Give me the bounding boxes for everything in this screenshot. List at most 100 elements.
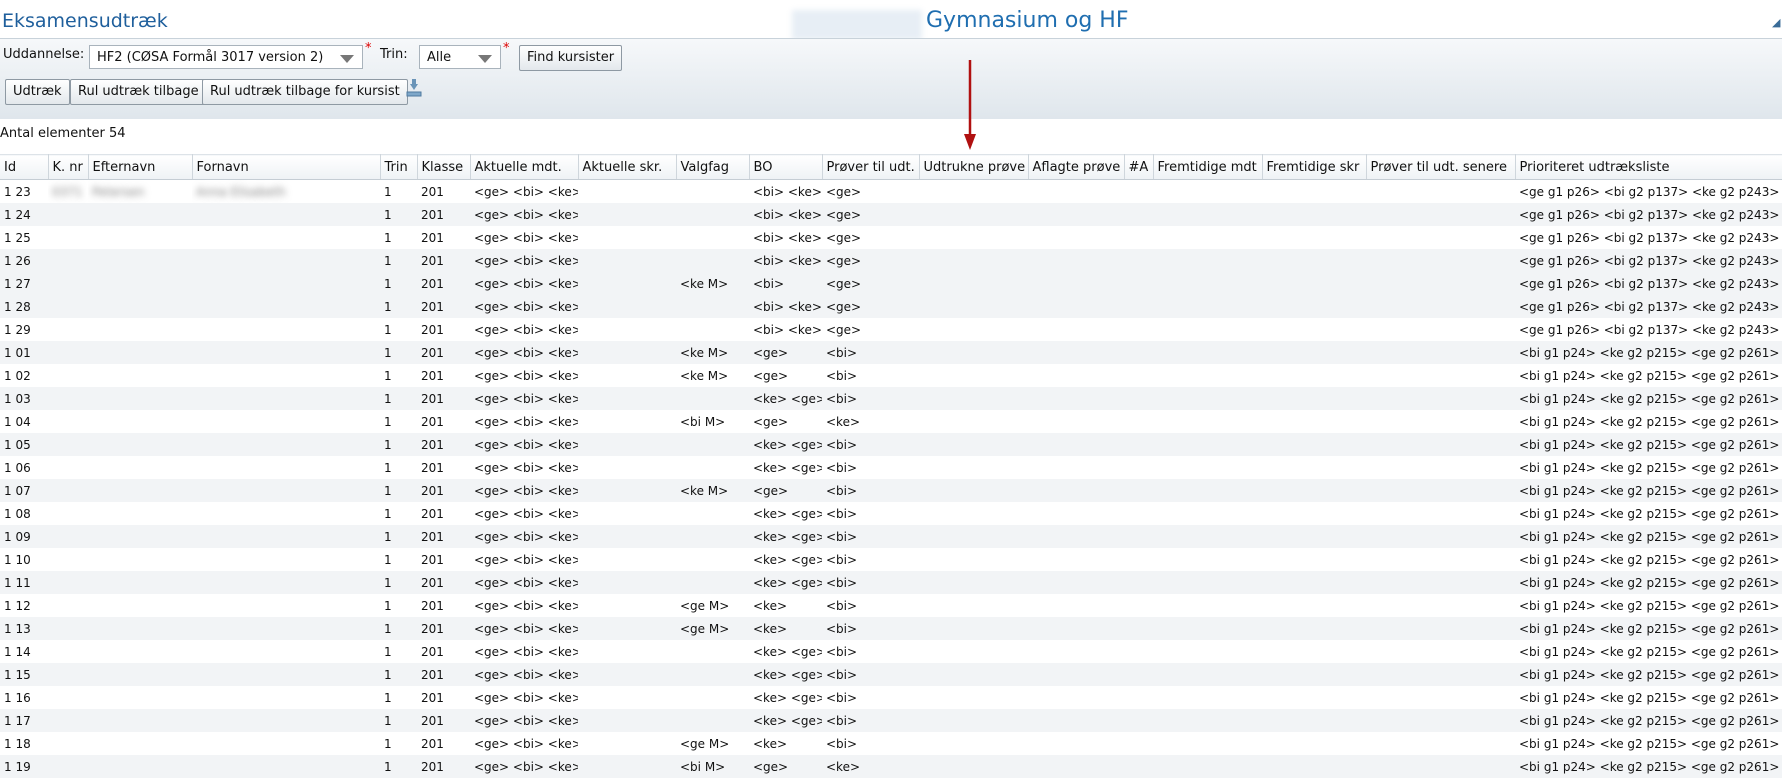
table-row[interactable]: 1 08 1 201 <ge> <bi> <ke> <ke> <ge> <bi> <bi g… bbox=[0, 502, 1782, 525]
column-header[interactable]: Klasse bbox=[417, 154, 471, 180]
table-row[interactable]: 1 10 1 201 <ge> <bi> <ke> <ke> <ge> <bi> <bi g… bbox=[0, 548, 1782, 571]
table-cell bbox=[1124, 226, 1153, 249]
table-cell: 1 bbox=[380, 617, 417, 640]
element-count: Antal elementer 54 bbox=[0, 126, 126, 141]
column-header[interactable]: Fremtidige skr bbox=[1262, 154, 1367, 180]
table-row[interactable]: 1 03 1 201 <ge> <bi> <ke> <ke> <ge> <bi> <bi g… bbox=[0, 387, 1782, 410]
table-row[interactable]: 1 28 1 201 <ge> <bi> <ke> <bi> <ke> <ge> <ge g… bbox=[0, 295, 1782, 318]
table-cell: 1 bbox=[380, 387, 417, 410]
table-row[interactable]: 1 17 1 201 <ge> <bi> <ke> <ke> <ge> <bi> <bi g… bbox=[0, 709, 1782, 732]
column-header[interactable]: Prioriteret udtræksliste bbox=[1515, 154, 1782, 180]
column-header[interactable]: Fremtidige mdt bbox=[1153, 154, 1263, 180]
table-row[interactable]: 1 25 1 201 <ge> <bi> <ke> <bi> <ke> <ge> <ge g… bbox=[0, 226, 1782, 249]
table-cell: 1 05 bbox=[0, 433, 48, 456]
table-cell bbox=[1366, 295, 1515, 318]
table-row[interactable]: 1 16 1 201 <ge> <bi> <ke> <ke> <ge> <bi> <bi g… bbox=[0, 686, 1782, 709]
table-row[interactable]: 1 11 1 201 <ge> <bi> <ke> <ke> <ge> <bi> <bi g… bbox=[0, 571, 1782, 594]
column-header[interactable]: #A bbox=[1124, 154, 1154, 180]
table-row[interactable]: 1 12 1 201 <ge> <bi> <ke> <ge M> <ke> <bi> <bi … bbox=[0, 594, 1782, 617]
table-cell: 1 01 bbox=[0, 341, 48, 364]
table-cell: 201 bbox=[417, 203, 470, 226]
table-cell bbox=[48, 663, 88, 686]
table-cell bbox=[919, 410, 1028, 433]
column-header[interactable]: Fornavn bbox=[192, 154, 381, 180]
table-cell: 201 bbox=[417, 571, 470, 594]
table-cell bbox=[1153, 732, 1262, 755]
table-row[interactable]: 1 27 1 201 <ge> <bi> <ke> <ke M> <bi> <ge> <ge … bbox=[0, 272, 1782, 295]
table-cell: 1 bbox=[380, 249, 417, 272]
table-header: Id K. nr Efternavn Fornavn Trin Klasse Aktuell… bbox=[0, 154, 1782, 180]
table-row[interactable]: 1 18 1 201 <ge> <bi> <ke> <ge M> <ke> <bi> <bi … bbox=[0, 732, 1782, 755]
uddannelse-label: Uddannelse: bbox=[3, 47, 85, 62]
table-cell bbox=[1124, 663, 1153, 686]
table-cell bbox=[1366, 272, 1515, 295]
table-row[interactable]: 1 24 1 201 <ge> <bi> <ke> <bi> <ke> <ge> <ge g… bbox=[0, 203, 1782, 226]
table-cell bbox=[48, 433, 88, 456]
table-cell: 201 bbox=[417, 617, 470, 640]
table-cell bbox=[1028, 594, 1124, 617]
table-row[interactable]: 1 06 1 201 <ge> <bi> <ke> <ke> <ge> <bi> <bi g… bbox=[0, 456, 1782, 479]
table-cell: <ke M> bbox=[680, 368, 729, 383]
table-cell: <ge> <bi> <ke> bbox=[470, 341, 578, 364]
table-row[interactable]: 1 07 1 201 <ge> <bi> <ke> <ke M> <ge> <bi> <bi … bbox=[0, 479, 1782, 502]
table-cell bbox=[48, 456, 88, 479]
table-cell bbox=[88, 732, 192, 755]
column-header[interactable]: Udtrukne prøve bbox=[919, 154, 1029, 180]
table-row[interactable]: 1 05 1 201 <ge> <bi> <ke> <ke> <ge> <bi> <bi g… bbox=[0, 433, 1782, 456]
column-header[interactable]: Id bbox=[0, 154, 49, 180]
table-cell: 1 11 bbox=[0, 571, 48, 594]
table-cell bbox=[1262, 410, 1366, 433]
table-cell bbox=[1124, 456, 1153, 479]
table-cell bbox=[48, 502, 88, 525]
column-header[interactable]: Prøver til udt. bbox=[822, 154, 920, 180]
table-cell: <ge> bbox=[822, 203, 919, 226]
table-cell bbox=[1153, 525, 1262, 548]
table-cell: <ge> <bi> <ke> bbox=[474, 690, 578, 705]
find-kursister-button[interactable]: Find kursister bbox=[519, 45, 623, 71]
table-cell: 1 24 bbox=[0, 203, 48, 226]
column-header[interactable]: Efternavn bbox=[88, 154, 193, 180]
table-cell bbox=[919, 709, 1028, 732]
rul-udtraek-tilbage-button[interactable]: Rul udtræk tilbage bbox=[70, 79, 207, 105]
table-row[interactable]: 1 02 1 201 <ge> <bi> <ke> <ke M> <ge> <bi> <bi … bbox=[0, 364, 1782, 387]
table-cell bbox=[578, 732, 676, 755]
table-cell bbox=[192, 318, 380, 341]
top-bar: Eksamensudtræk Gymnasium og HF ◢ bbox=[0, 0, 1782, 40]
table-row[interactable]: 1 01 1 201 <ge> <bi> <ke> <ke M> <ge> <bi> <bi … bbox=[0, 341, 1782, 364]
table-row[interactable]: 1 23 0371 Petersen Anna Elisabeth 1 201 <ge> <… bbox=[0, 180, 1782, 204]
column-header[interactable]: Aflagte prøve bbox=[1028, 154, 1125, 180]
table-cell bbox=[192, 249, 380, 272]
udtraek-button[interactable]: Udtræk bbox=[5, 79, 70, 105]
table-cell bbox=[1028, 709, 1124, 732]
table-row[interactable]: 1 13 1 201 <ge> <bi> <ke> <ge M> <ke> <bi> <bi … bbox=[0, 617, 1782, 640]
uddannelse-select[interactable]: HF2 (CØSA Formål 3017 version 2) bbox=[89, 45, 363, 69]
table-cell: 201 bbox=[421, 368, 444, 383]
download-icon[interactable] bbox=[405, 78, 423, 98]
column-header[interactable]: Valgfag bbox=[676, 154, 750, 180]
column-header[interactable]: Aktuelle mdt. bbox=[470, 154, 579, 180]
table-cell: 201 bbox=[421, 184, 444, 199]
trin-select[interactable]: Alle bbox=[419, 45, 501, 69]
column-header[interactable]: Prøver til udt. senere bbox=[1366, 154, 1516, 180]
table-cell: <bi g1 p24> <ke g2 p215> <ge g2 p261> bbox=[1519, 368, 1780, 383]
table-cell bbox=[1028, 640, 1124, 663]
column-header[interactable]: BO bbox=[749, 154, 823, 180]
table-row[interactable]: 1 29 1 201 <ge> <bi> <ke> <bi> <ke> <ge> <ge g… bbox=[0, 318, 1782, 341]
table-row[interactable]: 1 09 1 201 <ge> <bi> <ke> <ke> <ge> <bi> <bi g… bbox=[0, 525, 1782, 548]
column-header[interactable]: K. nr bbox=[48, 154, 89, 180]
table-row[interactable]: 1 26 1 201 <ge> <bi> <ke> <bi> <ke> <ge> <ge g… bbox=[0, 249, 1782, 272]
table-row[interactable]: 1 15 1 201 <ge> <bi> <ke> <ke> <ge> <bi> <bi g… bbox=[0, 663, 1782, 686]
table-cell bbox=[1262, 571, 1366, 594]
table-cell: <bi> bbox=[822, 663, 919, 686]
table-cell: <ge> bbox=[826, 322, 862, 337]
table-row[interactable]: 1 14 1 201 <ge> <bi> <ke> <ke> <ge> <bi> <bi g… bbox=[0, 640, 1782, 663]
table-cell bbox=[1153, 640, 1262, 663]
table-cell bbox=[578, 272, 676, 295]
column-header[interactable]: Aktuelle skr. bbox=[578, 154, 677, 180]
table-row[interactable]: 1 04 1 201 <ge> <bi> <ke> <bi M> <ge> <ke> <bi … bbox=[0, 410, 1782, 433]
table-cell: <ke> <ge> bbox=[749, 709, 822, 732]
table-cell bbox=[919, 433, 1028, 456]
column-header[interactable]: Trin bbox=[380, 154, 418, 180]
rul-udtraek-tilbage-for-kursist-button[interactable]: Rul udtræk tilbage for kursist bbox=[202, 79, 408, 105]
table-cell: 1 bbox=[384, 598, 392, 613]
